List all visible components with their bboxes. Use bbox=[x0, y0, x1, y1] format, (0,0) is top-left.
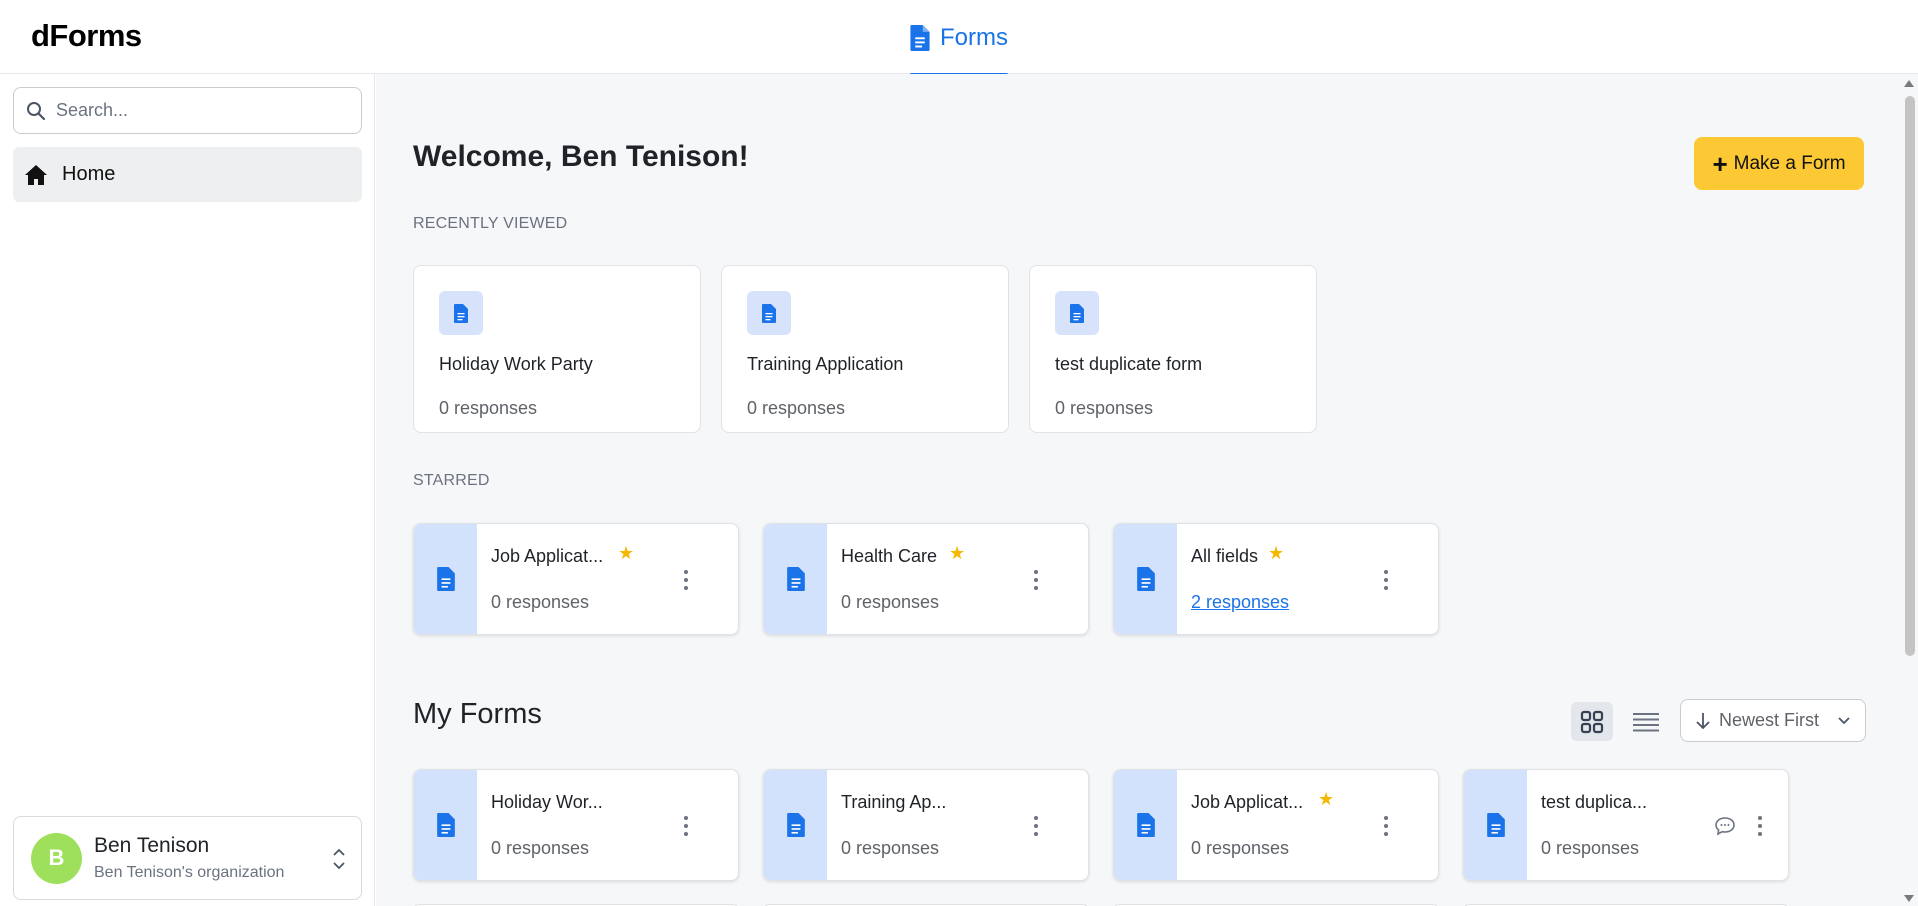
scroll-down-arrow[interactable] bbox=[1904, 895, 1914, 902]
make-form-button[interactable]: + Make a Form bbox=[1694, 137, 1864, 190]
home-icon bbox=[25, 164, 47, 185]
recent-form-responses: 0 responses bbox=[747, 398, 846, 418]
form-title: test duplica... bbox=[1541, 792, 1648, 812]
scrollbar[interactable] bbox=[1900, 74, 1918, 906]
form-responses: 0 responses bbox=[1191, 838, 1290, 858]
form-doc-icon bbox=[1055, 291, 1099, 335]
form-title: Health Care bbox=[841, 546, 938, 566]
make-form-label: Make a Form bbox=[1733, 152, 1846, 174]
form-doc-icon bbox=[439, 291, 483, 335]
search-box[interactable] bbox=[13, 87, 362, 134]
kebab-icon[interactable] bbox=[1376, 812, 1396, 840]
recently-viewed-label: RECENTLY VIEWED bbox=[413, 215, 568, 232]
recent-form-card[interactable]: Training Application 0 responses bbox=[721, 265, 1009, 433]
form-responses: 0 responses bbox=[491, 838, 590, 858]
sidebar-item-home[interactable]: Home bbox=[13, 147, 362, 202]
sort-label: Newest First bbox=[1719, 710, 1820, 730]
star-icon[interactable]: ★ bbox=[618, 543, 634, 564]
form-doc-icon bbox=[910, 25, 930, 51]
sort-dropdown[interactable]: Newest First bbox=[1680, 699, 1866, 742]
recent-form-title: Holiday Work Party bbox=[439, 354, 593, 374]
arrow-down-icon bbox=[1696, 712, 1710, 729]
kebab-icon[interactable] bbox=[1026, 566, 1046, 594]
form-responses: 0 responses bbox=[841, 592, 940, 612]
form-title: All fields bbox=[1191, 546, 1259, 566]
recent-form-card[interactable]: test duplicate form 0 responses bbox=[1029, 265, 1317, 433]
form-doc-icon bbox=[1464, 770, 1527, 880]
main-content: Welcome, Ben Tenison! + Make a Form RECE… bbox=[376, 74, 1918, 906]
starred-form-card[interactable]: Health Care ★ 0 responses bbox=[763, 523, 1089, 635]
chevron-updown-icon bbox=[333, 848, 345, 870]
search-input[interactable] bbox=[56, 100, 346, 121]
form-doc-icon bbox=[764, 770, 827, 880]
recent-form-title: Training Application bbox=[747, 354, 904, 374]
form-doc-icon bbox=[1114, 524, 1177, 634]
my-form-card[interactable]: Holiday Wor... 0 responses bbox=[413, 769, 739, 881]
kebab-icon[interactable] bbox=[1026, 812, 1046, 840]
brand-logo[interactable]: dForms bbox=[31, 18, 142, 54]
tab-forms[interactable]: Forms bbox=[910, 0, 1008, 76]
comment-icon[interactable] bbox=[1714, 816, 1736, 836]
recent-form-responses: 0 responses bbox=[439, 398, 538, 418]
sidebar-item-label: Home bbox=[62, 163, 116, 185]
star-icon[interactable]: ★ bbox=[949, 543, 965, 564]
my-form-card[interactable]: Training Ap... 0 responses bbox=[763, 769, 1089, 881]
my-form-card[interactable]: test duplica... 0 responses bbox=[1463, 769, 1789, 881]
star-icon[interactable]: ★ bbox=[1318, 789, 1334, 810]
star-icon[interactable]: ★ bbox=[1268, 543, 1284, 564]
grid-view-icon bbox=[1580, 710, 1604, 733]
kebab-icon[interactable] bbox=[676, 566, 696, 594]
form-title: Job Applicat... bbox=[1191, 792, 1304, 812]
form-doc-icon bbox=[764, 524, 827, 634]
form-responses: 0 responses bbox=[1541, 838, 1640, 858]
top-bar: dForms Forms bbox=[0, 0, 1918, 76]
scrollbar-thumb[interactable] bbox=[1905, 96, 1915, 656]
user-switcher[interactable]: B Ben Tenison Ben Tenison's organization bbox=[13, 816, 362, 900]
kebab-icon[interactable] bbox=[1376, 566, 1396, 594]
starred-label: STARRED bbox=[413, 472, 490, 489]
form-doc-icon bbox=[1114, 770, 1177, 880]
scroll-up-arrow[interactable] bbox=[1904, 80, 1914, 87]
avatar: B bbox=[31, 832, 82, 884]
form-responses-link[interactable]: 2 responses bbox=[1191, 592, 1289, 613]
my-form-card[interactable]: Job Applicat... ★ 0 responses bbox=[1113, 769, 1439, 881]
plus-icon: + bbox=[1712, 148, 1728, 179]
user-organization: Ben Tenison's organization bbox=[94, 864, 285, 881]
sidebar: Home B Ben Tenison Ben Tenison's organiz… bbox=[0, 74, 375, 906]
grid-view-button[interactable] bbox=[1571, 702, 1613, 741]
form-responses: 0 responses bbox=[841, 838, 940, 858]
form-title: Holiday Wor... bbox=[491, 792, 603, 812]
recent-form-card[interactable]: Holiday Work Party 0 responses bbox=[413, 265, 701, 433]
form-doc-icon bbox=[414, 770, 477, 880]
form-doc-icon bbox=[747, 291, 791, 335]
form-title: Job Applicat... bbox=[491, 546, 604, 566]
search-icon bbox=[27, 101, 46, 120]
list-view-button[interactable] bbox=[1625, 702, 1667, 741]
kebab-icon[interactable] bbox=[1750, 812, 1770, 840]
my-forms-title: My Forms bbox=[413, 698, 542, 730]
kebab-icon[interactable] bbox=[676, 812, 696, 840]
recent-form-title: test duplicate form bbox=[1055, 354, 1203, 374]
form-doc-icon bbox=[414, 524, 477, 634]
tab-forms-label: Forms bbox=[940, 24, 1008, 51]
recent-form-responses: 0 responses bbox=[1055, 398, 1154, 418]
user-name: Ben Tenison bbox=[94, 834, 210, 857]
page-title: Welcome, Ben Tenison! bbox=[413, 140, 749, 173]
form-responses: 0 responses bbox=[491, 592, 590, 612]
starred-form-card[interactable]: All fields ★ 2 responses bbox=[1113, 523, 1439, 635]
starred-form-card[interactable]: Job Applicat... ★ 0 responses bbox=[413, 523, 739, 635]
form-title: Training Ap... bbox=[841, 792, 947, 812]
chevron-down-icon bbox=[1838, 717, 1850, 725]
list-view-icon bbox=[1633, 712, 1659, 731]
